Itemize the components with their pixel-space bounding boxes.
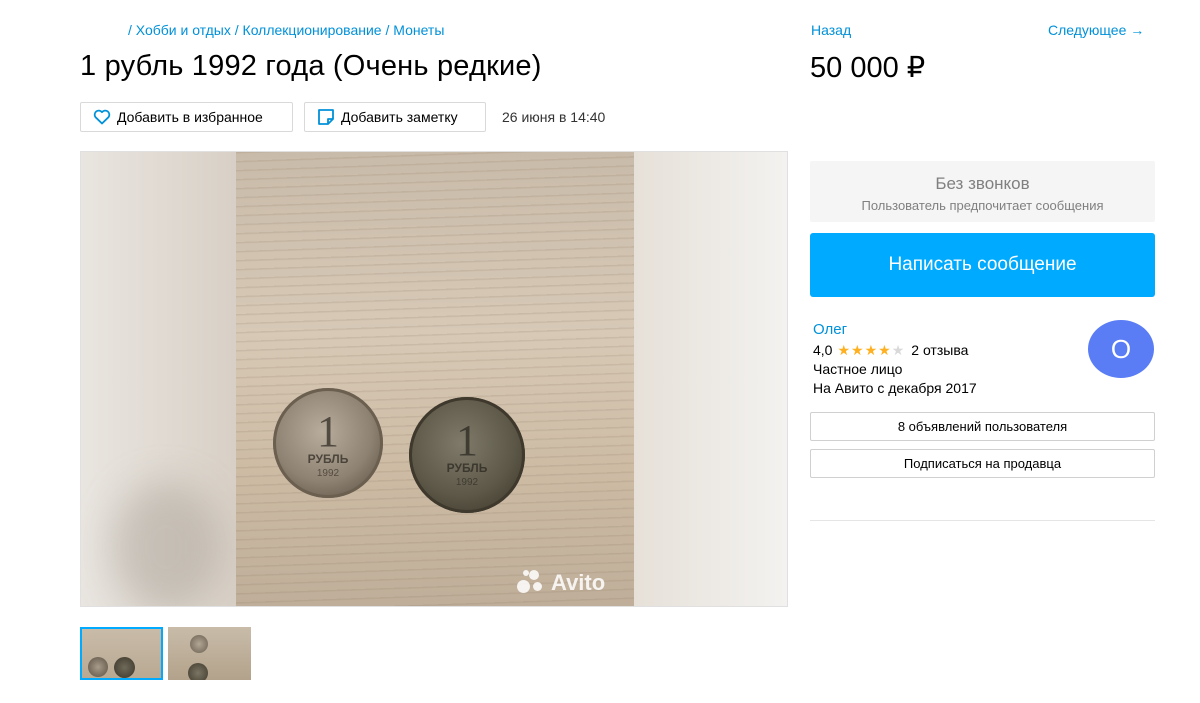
coin-image: 1 РУБЛЬ 1992 <box>409 397 525 513</box>
seller-since: На Авито с декабря 2017 <box>813 380 977 396</box>
no-calls-title: Без звонков <box>935 174 1030 193</box>
avito-watermark: Avito <box>517 570 605 596</box>
star-icon: ★ <box>864 342 878 358</box>
coin-denomination: 1 <box>317 407 339 456</box>
back-link[interactable]: Назад <box>811 22 851 38</box>
seller-rating: 4,0 ★ ★ ★ ★ ★ 2 отзыва <box>813 342 968 358</box>
page-title: 1 рубль 1992 года (Очень редкие) <box>80 50 542 82</box>
no-calls-subtitle: Пользователь предпочитает сообщения <box>861 198 1104 213</box>
breadcrumb: / Хобби и отдых / Коллекционирование / М… <box>128 22 444 38</box>
write-message-button[interactable]: Написать сообщение <box>810 233 1155 297</box>
listing-date: 26 июня в 14:40 <box>502 109 606 125</box>
avito-logo-icon <box>517 570 547 596</box>
subscribe-seller-button[interactable]: Подписаться на продавца <box>810 449 1155 478</box>
rating-value: 4,0 <box>813 342 833 358</box>
price: 50 000 ₽ <box>810 52 926 84</box>
seller-type: Частное лицо <box>813 361 903 377</box>
thumbnail-2[interactable] <box>168 627 251 680</box>
avatar-letter: О <box>1110 333 1132 364</box>
star-icon: ★ <box>878 342 891 358</box>
divider <box>810 520 1155 521</box>
heart-icon <box>93 109 111 125</box>
add-to-favorites-button[interactable]: Добавить в избранное <box>80 102 293 132</box>
thumbnail-coin <box>190 635 208 653</box>
add-note-button[interactable]: Добавить заметку <box>304 102 486 132</box>
thumbnail-1[interactable] <box>80 627 163 680</box>
coin-year: 1992 <box>316 468 340 479</box>
star-empty-icon: ★ <box>891 342 905 358</box>
coin-year: 1992 <box>455 477 479 488</box>
star-icon: ★ <box>837 342 851 358</box>
seller-ads-button[interactable]: 8 объявлений пользователя <box>810 412 1155 441</box>
coins-photo: 1 РУБЛЬ 1992 1 РУБЛЬ 1992 <box>236 152 634 606</box>
thumbnail-coin <box>88 657 108 677</box>
coin-denomination: 1 <box>456 416 478 465</box>
note-label: Добавить заметку <box>341 109 458 125</box>
note-icon <box>318 109 334 125</box>
photo-blur-left <box>81 152 236 606</box>
reviews-link[interactable]: 2 отзыва <box>911 342 968 358</box>
coin-image: 1 РУБЛЬ 1992 <box>273 388 383 498</box>
rating-stars: ★ ★ ★ ★ ★ <box>837 343 905 357</box>
no-calls-notice: Без звонков Пользователь предпочитает со… <box>810 161 1155 222</box>
watermark-text: Avito <box>551 570 606 595</box>
thumbnail-coin <box>188 663 208 680</box>
breadcrumb-item-collecting[interactable]: / Коллекционирование <box>235 22 382 38</box>
avatar[interactable]: О <box>1088 320 1154 378</box>
main-photo[interactable]: 1 РУБЛЬ 1992 1 РУБЛЬ 1992 Avito <box>80 151 788 607</box>
coin-word: РУБЛЬ <box>446 461 488 475</box>
breadcrumb-item-hobby[interactable]: / Хобби и отдых <box>128 22 231 38</box>
favorite-label: Добавить в избранное <box>117 109 263 125</box>
photo-blur-right <box>632 152 787 606</box>
breadcrumb-item-coins[interactable]: / Монеты <box>385 22 444 38</box>
thumbnail-coin <box>114 657 135 678</box>
next-link[interactable]: Следующее → <box>1048 22 1144 38</box>
coin-word: РУБЛЬ <box>307 452 349 466</box>
star-icon: ★ <box>851 342 864 358</box>
seller-name[interactable]: Олег <box>813 321 847 338</box>
